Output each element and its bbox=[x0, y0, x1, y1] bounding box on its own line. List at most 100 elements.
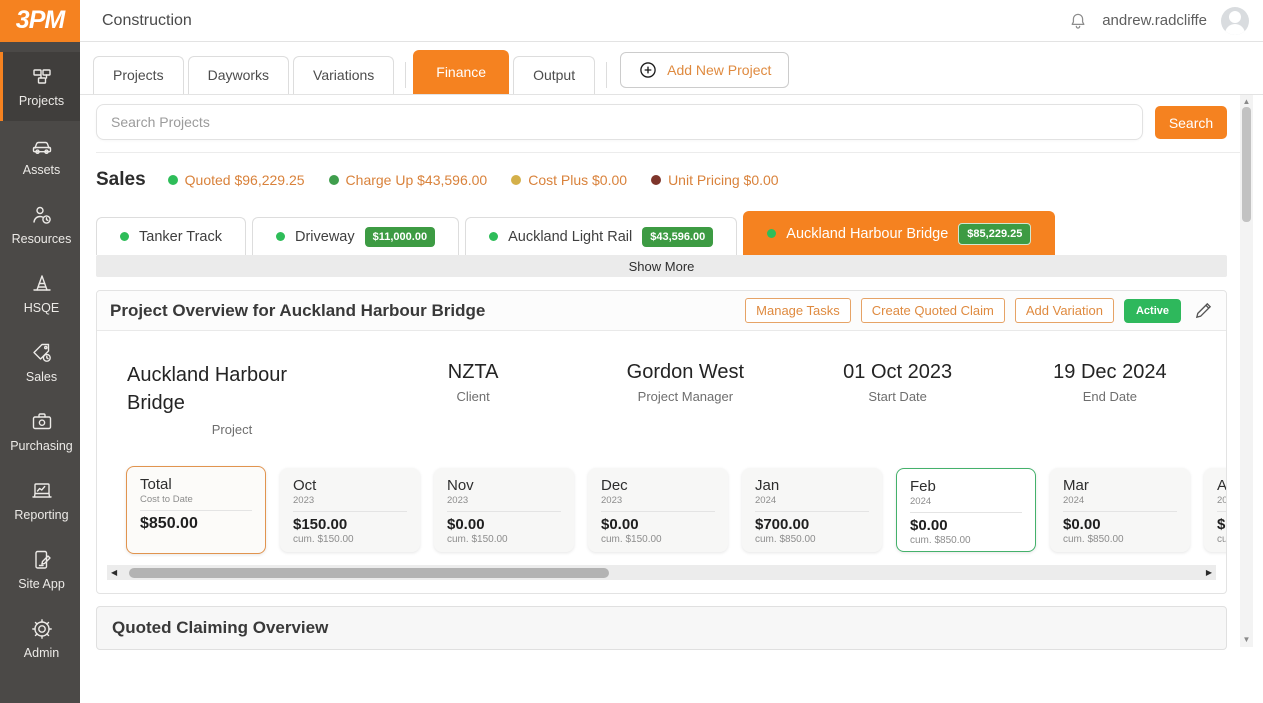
page-vertical-scrollbar[interactable]: ▲ ▼ bbox=[1240, 95, 1253, 647]
status-dot-icon bbox=[767, 229, 776, 238]
monthly-cost-strip: Total Cost to Date $850.00 Oct 2023 $150… bbox=[97, 463, 1226, 557]
sidebar-nav: Projects Assets Resources HSQE Sales Pur… bbox=[0, 42, 80, 703]
month-card-jan[interactable]: Jan 2024 $700.00 cum. $850.00 bbox=[742, 468, 882, 552]
search-input[interactable] bbox=[96, 104, 1143, 140]
project-tab-auckland-harbour-bridge[interactable]: Auckland Harbour Bridge $85,229.25 bbox=[743, 211, 1055, 255]
scroll-down-arrow-icon[interactable]: ▼ bbox=[1243, 636, 1251, 644]
cash-box-icon bbox=[30, 410, 54, 434]
scroll-right-arrow-icon[interactable]: ▶ bbox=[1206, 569, 1212, 577]
project-tab-label: Driveway bbox=[295, 229, 355, 245]
sidebar-item-resources[interactable]: Resources bbox=[0, 190, 80, 259]
month-value: $0.00 bbox=[1063, 516, 1177, 533]
sidebar-item-label: Sales bbox=[26, 370, 57, 384]
search-row: Search bbox=[96, 104, 1227, 140]
sidebar-item-sales[interactable]: Sales bbox=[0, 328, 80, 397]
add-new-project-button[interactable]: Add New Project bbox=[620, 52, 789, 88]
project-tab-auckland-light-rail[interactable]: Auckland Light Rail $43,596.00 bbox=[465, 217, 737, 255]
card-divider bbox=[755, 511, 869, 512]
month-card-total[interactable]: Total Cost to Date $850.00 bbox=[126, 466, 266, 554]
legend-label: Cost Plus $0.00 bbox=[528, 172, 627, 188]
month-sub: 2024 bbox=[910, 496, 1022, 507]
month-title: Oct bbox=[293, 477, 407, 494]
status-dot-icon bbox=[276, 232, 285, 241]
project-tab-label: Tanker Track bbox=[139, 229, 222, 245]
legend-quoted: Quoted $96,229.25 bbox=[168, 172, 305, 188]
month-sub: Cost to Date bbox=[140, 494, 252, 505]
project-details-row: Auckland Harbour Bridge Project NZTA Cli… bbox=[97, 331, 1226, 437]
month-value: $0.00 bbox=[601, 516, 715, 533]
sidebar-item-label: Purchasing bbox=[10, 439, 73, 453]
sidebar-item-assets[interactable]: Assets bbox=[0, 121, 80, 190]
month-card-oct[interactable]: Oct 2023 $150.00 cum. $150.00 bbox=[280, 468, 420, 552]
create-quoted-claim-button[interactable]: Create Quoted Claim bbox=[861, 298, 1005, 323]
tab-projects[interactable]: Projects bbox=[93, 56, 184, 94]
month-card-nov[interactable]: Nov 2023 $0.00 cum. $150.00 bbox=[434, 468, 574, 552]
legend-label: Quoted $96,229.25 bbox=[185, 172, 305, 188]
show-more-bar[interactable]: Show More bbox=[96, 255, 1227, 277]
top-header: 3PM Construction andrew.radcliffe bbox=[0, 0, 1263, 42]
scroll-left-arrow-icon[interactable]: ◀ bbox=[111, 569, 117, 577]
main-area: Projects Dayworks Variations Finance Out… bbox=[80, 42, 1263, 703]
legend-cost-plus: Cost Plus $0.00 bbox=[511, 172, 627, 188]
manage-tasks-button[interactable]: Manage Tasks bbox=[745, 298, 851, 323]
month-cumulative: cum. $850.00 bbox=[1217, 534, 1226, 545]
laptop-chart-icon bbox=[30, 479, 54, 503]
sidebar-item-admin[interactable]: Admin bbox=[0, 604, 80, 673]
detail-project: Auckland Harbour Bridge Project bbox=[97, 361, 367, 437]
tab-dayworks[interactable]: Dayworks bbox=[188, 56, 289, 94]
sidebar-item-reporting[interactable]: Reporting bbox=[0, 466, 80, 535]
add-new-project-label: Add New Project bbox=[667, 62, 771, 78]
sidebar-item-label: Resources bbox=[12, 232, 72, 246]
charge-up-dot-icon bbox=[329, 175, 339, 185]
detail-start-date: 01 Oct 2023 Start Date bbox=[792, 361, 1004, 437]
month-card-dec[interactable]: Dec 2023 $0.00 cum. $150.00 bbox=[588, 468, 728, 552]
add-variation-button[interactable]: Add Variation bbox=[1015, 298, 1114, 323]
page-title: Construction bbox=[102, 12, 192, 30]
card-divider bbox=[910, 512, 1022, 513]
app-logo[interactable]: 3PM bbox=[0, 0, 80, 42]
project-tab-driveway[interactable]: Driveway $11,000.00 bbox=[252, 217, 459, 255]
sidebar-item-projects[interactable]: Projects bbox=[0, 52, 80, 121]
sidebar-item-purchasing[interactable]: Purchasing bbox=[0, 397, 80, 466]
sales-title: Sales bbox=[96, 169, 146, 191]
detail-label: Project bbox=[97, 422, 367, 437]
month-value: $150.00 bbox=[293, 516, 407, 533]
month-value: $0.00 bbox=[447, 516, 561, 533]
month-card-mar[interactable]: Mar 2024 $0.00 cum. $850.00 bbox=[1050, 468, 1190, 552]
card-divider bbox=[601, 511, 715, 512]
divider bbox=[96, 152, 1247, 153]
detail-value: Auckland Harbour Bridge bbox=[97, 361, 317, 417]
tab-finance[interactable]: Finance bbox=[413, 50, 509, 94]
month-title: Jan bbox=[755, 477, 869, 494]
horizontal-scroll-thumb[interactable] bbox=[129, 568, 609, 578]
sidebar-item-label: Reporting bbox=[14, 508, 68, 522]
tab-variations[interactable]: Variations bbox=[293, 56, 394, 94]
sidebar-item-label: Projects bbox=[19, 94, 64, 108]
active-status-badge: Active bbox=[1124, 299, 1181, 323]
project-tab-tanker-track[interactable]: Tanker Track bbox=[96, 217, 246, 255]
project-overview-title: Project Overview for Auckland Harbour Br… bbox=[110, 301, 485, 321]
tab-divider bbox=[405, 62, 406, 88]
user-avatar[interactable] bbox=[1221, 7, 1249, 35]
month-card-apr[interactable]: Apr 2024 $0.00 cum. $850.00 bbox=[1204, 468, 1226, 552]
vertical-scroll-thumb[interactable] bbox=[1242, 107, 1251, 222]
quoted-claiming-section[interactable]: Quoted Claiming Overview bbox=[96, 606, 1227, 650]
person-clock-icon bbox=[30, 203, 54, 227]
search-button[interactable]: Search bbox=[1155, 106, 1227, 139]
scroll-up-arrow-icon[interactable]: ▲ bbox=[1243, 98, 1251, 106]
sidebar-item-hsqe[interactable]: HSQE bbox=[0, 259, 80, 328]
unit-pricing-dot-icon bbox=[651, 175, 661, 185]
months-horizontal-scrollbar[interactable]: ◀ ▶ bbox=[107, 565, 1216, 580]
notifications-bell-icon[interactable] bbox=[1068, 11, 1088, 31]
month-card-feb-current[interactable]: Feb 2024 $0.00 cum. $850.00 bbox=[896, 468, 1036, 552]
edit-pencil-icon[interactable] bbox=[1194, 301, 1213, 320]
status-dot-icon bbox=[120, 232, 129, 241]
logged-in-username[interactable]: andrew.radcliffe bbox=[1102, 12, 1207, 29]
legend-unit-pricing: Unit Pricing $0.00 bbox=[651, 172, 779, 188]
sidebar-item-site-app[interactable]: Site App bbox=[0, 535, 80, 604]
detail-label: Client bbox=[367, 389, 579, 404]
month-title: Feb bbox=[910, 478, 1022, 495]
tab-output[interactable]: Output bbox=[513, 56, 595, 94]
tag-clock-icon bbox=[30, 341, 54, 365]
month-title: Dec bbox=[601, 477, 715, 494]
